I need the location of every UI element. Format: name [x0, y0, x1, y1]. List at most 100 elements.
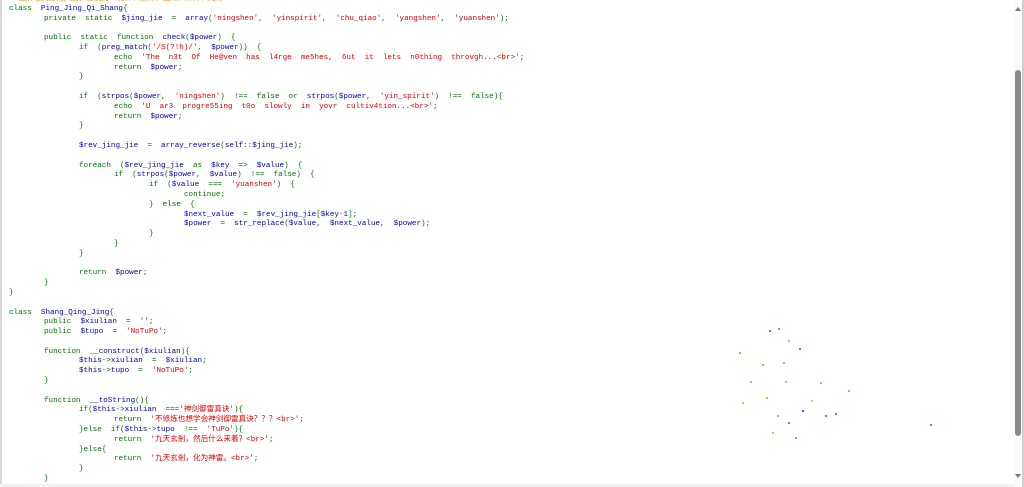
code-keyword: ) { — [276, 181, 295, 190]
scrollbar-thumb[interactable] — [1015, 70, 1021, 436]
code-identifier: $value — [171, 181, 209, 190]
code-identifier: __toString — [89, 396, 136, 405]
code-line: if ($value === 'yuanshen') { — [9, 181, 524, 191]
code-line: if (strpos($power, $value) !== false) { — [9, 171, 524, 181]
code-keyword: echo — [9, 102, 142, 111]
code-line: }else{ — [9, 446, 524, 456]
particle-dot — [825, 415, 827, 417]
particle-dot — [739, 352, 741, 354]
code-keyword: ){ — [180, 347, 190, 356]
code-line: }else if($this->tupo !== 'TuPo'){ — [9, 426, 524, 436]
code-line: $rev_jing_jie = array_reverse(self::$jin… — [9, 142, 524, 152]
code-string: '九天玄剎，化为神雷。<br>' — [150, 455, 254, 464]
code-keyword: ); — [499, 14, 509, 23]
code-keyword: ; — [268, 435, 274, 444]
code-line: return '九天玄剎，化为神雷。<br>'; — [9, 455, 524, 465]
scroll-up-arrow-icon[interactable] — [1015, 7, 1021, 11]
particle-dot — [799, 348, 801, 350]
code-identifier: $power — [211, 43, 239, 52]
code-keyword: public — [9, 328, 81, 337]
code-keyword: function — [9, 396, 90, 405]
code-identifier: strpos — [136, 171, 165, 180]
code-identifier: $next_value — [184, 210, 244, 219]
code-line: echo 'The n3t Of He@ven has l4rge me5hes… — [9, 54, 524, 64]
code-keyword: function — [9, 347, 90, 356]
scroll-down-arrow-icon[interactable] — [1015, 474, 1021, 478]
code-keyword: ; — [253, 455, 259, 464]
code-keyword: ; — [162, 328, 168, 337]
particle-dot — [777, 415, 779, 417]
code-keyword: as — [192, 161, 212, 170]
particle-dot — [788, 340, 790, 342]
code-keyword: -> — [101, 367, 111, 376]
code-keyword — [9, 367, 79, 375]
code-line: public $tupo = 'NoTuPo'; — [9, 328, 524, 338]
code-identifier: $power — [150, 112, 178, 121]
code-keyword: ; — [433, 102, 438, 111]
code-keyword: , — [258, 14, 272, 23]
code-line: } — [9, 289, 524, 299]
code-keyword: ; — [142, 269, 148, 278]
code-keyword: } — [9, 279, 49, 288]
code-identifier: tupo — [156, 426, 184, 435]
code-keyword: === — [165, 406, 180, 415]
code-string: 'chu_qiao' — [335, 14, 382, 23]
code-identifier: check — [162, 34, 186, 43]
code-string: 'yuanshen' — [454, 14, 500, 23]
code-line: return $power; — [9, 113, 524, 123]
particle-dot — [766, 397, 768, 399]
code-identifier: preg_match — [101, 43, 148, 52]
code-keyword: ){ — [233, 426, 244, 435]
code-keyword: class — [9, 4, 41, 13]
code-line: } — [9, 73, 524, 83]
php-source-code: //上清境共分为六层，分别为：凝神、阴神、出窍、阳神、元神class Ping_… — [9, 0, 524, 484]
code-identifier: __construct — [89, 347, 140, 356]
code-line: foreach ($rev_jing_jie as $key => $value… — [9, 162, 524, 172]
code-string: 'yangshen' — [394, 14, 441, 23]
code-keyword: = — [138, 367, 152, 376]
code-keyword: , — [381, 14, 395, 23]
code-keyword: !== — [183, 426, 207, 435]
code-keyword — [9, 211, 184, 219]
code-keyword: } — [9, 475, 49, 484]
code-line: } — [9, 240, 524, 250]
code-keyword: echo — [9, 53, 142, 62]
code-identifier: $power — [115, 269, 143, 278]
vertical-scrollbar[interactable] — [1014, 0, 1022, 487]
particle-dot — [769, 330, 771, 332]
code-keyword: ); — [421, 220, 431, 229]
code-line: $this->tupo = 'NoTuPo'; — [9, 367, 524, 377]
code-line: echo 'U ar3 progre55ing t0o slowly in yo… — [9, 103, 524, 113]
code-string: '/S(?!h)/' — [151, 43, 198, 52]
code-identifier: $this — [124, 426, 148, 435]
code-line: continue; — [9, 191, 524, 201]
code-keyword: if ( — [9, 181, 172, 190]
code-identifier: $key — [211, 161, 239, 170]
particle-dot — [835, 413, 837, 415]
code-keyword: , — [322, 14, 336, 23]
code-keyword: ) !== false or — [220, 92, 307, 101]
code-keyword: return — [9, 269, 116, 278]
code-keyword: return — [9, 63, 151, 72]
code-keyword: , — [196, 171, 210, 180]
code-identifier: $jing_jie — [121, 14, 172, 23]
code-keyword: , — [316, 220, 330, 229]
code-line: if (strpos($power, 'ningshen') !== false… — [9, 93, 524, 103]
code-identifier: $next_value — [329, 220, 380, 229]
code-line: $this->xiulian = $xiulian; — [9, 357, 524, 367]
code-keyword: ); — [293, 141, 303, 150]
code-line: return $power; — [9, 269, 524, 279]
code-keyword: , — [380, 220, 394, 229]
code-keyword: } — [9, 288, 14, 297]
code-string: 'ningshen' — [212, 14, 259, 23]
code-string: '不修炼也想学会神剑御雷真诀？？？<br>' — [150, 416, 300, 425]
code-keyword: ) { — [217, 34, 236, 43]
particle-dot — [772, 432, 774, 434]
code-string: 'TuPo' — [206, 426, 234, 435]
code-keyword: ; — [299, 416, 304, 425]
code-line: $next_value = $rev_jing_jie[$key-1]; — [9, 211, 524, 221]
code-identifier: $value — [288, 220, 317, 229]
